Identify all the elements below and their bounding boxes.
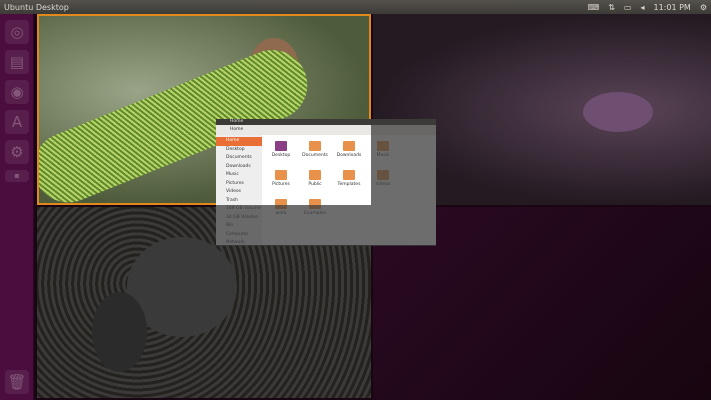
folder-label: Public [308, 182, 322, 187]
clock[interactable]: 11:01 PM [654, 3, 691, 12]
sidebar-item[interactable]: 34 GB Volume [216, 214, 262, 223]
location-button[interactable]: Home [216, 125, 436, 135]
dash-icon[interactable]: ◎ [5, 20, 29, 44]
browser-icon[interactable]: ◉ [5, 80, 29, 104]
folder-label: Templates [337, 182, 361, 187]
folder[interactable]: Desktop [264, 141, 298, 170]
keyboard-icon[interactable]: ⌨ [588, 3, 600, 12]
volume-icon[interactable]: ◂ [640, 3, 644, 12]
top-panel: Ubuntu Desktop ⌨ ⇅ ▭ ◂ 11:01 PM ⚙ [0, 0, 711, 14]
folder-label: Videos [375, 182, 391, 187]
folder-label: Music [376, 153, 390, 158]
sidebar-item[interactable]: Pictures [216, 180, 262, 189]
folder[interactable]: Documents [298, 141, 332, 170]
places-sidebar: Home Desktop Documents Downloads Music P… [216, 135, 262, 245]
folder-label: Pictures [272, 182, 290, 187]
folder-label: Downloads [336, 153, 362, 158]
sidebar-item[interactable]: Desktop [216, 146, 262, 155]
folder-label: Desktop [271, 153, 291, 158]
folder[interactable]: Music [366, 141, 400, 170]
folder-label: Documents [302, 153, 328, 158]
file-manager-window[interactable]: Home Home Home Desktop Documents Downloa… [216, 119, 436, 245]
sidebar-item[interactable]: Network [216, 239, 262, 248]
folder[interactable]: work [264, 199, 298, 228]
files-icon[interactable]: ▤ [5, 50, 29, 74]
software-center-icon[interactable]: A [5, 110, 29, 134]
folder[interactable]: Videos [366, 170, 400, 199]
folder-label: work [275, 211, 287, 216]
flower-wallpaper [583, 92, 653, 132]
folder-label: Examples [304, 211, 326, 216]
settings-icon[interactable]: ⚙ [5, 140, 29, 164]
sidebar-item[interactable]: Home [216, 137, 262, 146]
file-grid: Desktop Documents Downloads Music Pictur… [262, 135, 436, 245]
trash-icon[interactable]: 🗑 [5, 370, 29, 394]
sidebar-item[interactable]: Documents [216, 154, 262, 163]
sidebar-item[interactable]: Downloads [216, 163, 262, 172]
sidebar-item[interactable]: Bin [216, 222, 262, 231]
sidebar-item[interactable]: Music [216, 171, 262, 180]
workspaces-icon[interactable]: ▪ [5, 170, 29, 182]
gear-icon[interactable]: ⚙ [700, 3, 707, 12]
sidebar-item[interactable]: 168 GB Volume [216, 205, 262, 214]
folder[interactable]: Pictures [264, 170, 298, 199]
folder[interactable]: Examples [298, 199, 332, 228]
rock [92, 292, 147, 372]
sidebar-item[interactable]: Computer [216, 231, 262, 240]
sidebar-item[interactable]: Videos [216, 188, 262, 197]
network-icon[interactable]: ⇅ [608, 3, 615, 12]
folder[interactable]: Public [298, 170, 332, 199]
sidebar-item[interactable]: Trash [216, 197, 262, 206]
battery-icon[interactable]: ▭ [624, 3, 632, 12]
folder[interactable]: Downloads [332, 141, 366, 170]
launcher: ◎ ▤ ◉ A ⚙ ▪ 🗑 [0, 14, 34, 400]
folder[interactable]: Templates [332, 170, 366, 199]
panel-title: Ubuntu Desktop [4, 2, 69, 12]
